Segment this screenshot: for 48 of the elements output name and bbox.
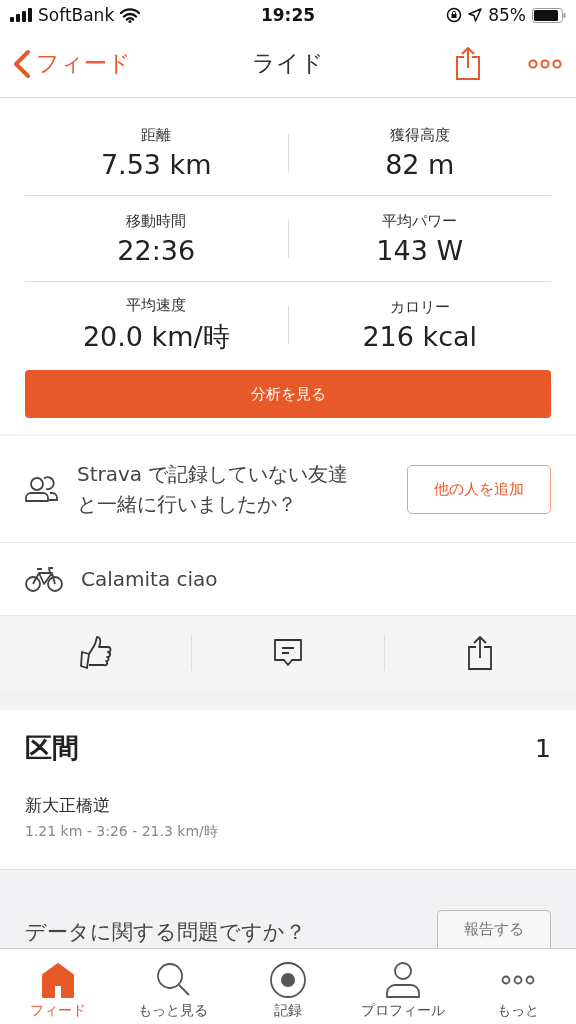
tab[interactable]: もっと見る (115, 949, 231, 1024)
stat-label: 平均パワー (382, 211, 458, 231)
tab[interactable]: もっと (460, 949, 576, 1024)
section-title: 区間 (25, 731, 79, 765)
stat-value: 216 kcal (362, 321, 478, 352)
tab[interactable]: フィード (0, 949, 116, 1024)
signal-icon (10, 8, 32, 22)
comment-icon[interactable] (273, 638, 303, 668)
stat-label: カロリー (389, 298, 450, 317)
more-icon (500, 975, 537, 985)
more-icon[interactable] (528, 58, 562, 69)
bicycle-icon (25, 566, 63, 592)
share-icon[interactable] (468, 636, 493, 670)
status-time: 19:25 (260, 5, 316, 25)
bike-name: Calamita ciao (81, 567, 218, 591)
report-prompt: データに関する問題ですか？ (25, 919, 306, 946)
rotation-lock-icon (446, 7, 463, 23)
back-button[interactable]: フィード (12, 48, 131, 79)
carrier-name: SoftBank (38, 5, 115, 25)
screen-title: ライド (252, 50, 324, 76)
tab[interactable]: プロフィール (345, 949, 461, 1024)
stat-value: 22:36 (117, 234, 196, 266)
person-icon (385, 961, 422, 999)
location-icon (468, 8, 483, 22)
stat-label: 移動時間 (126, 211, 187, 231)
stat-value: 20.0 km/時 (82, 319, 230, 354)
battery-percent: 85% (488, 5, 526, 25)
segment-detail: 1.21 km - 3:26 - 21.3 km/時 (25, 823, 219, 841)
home-icon (39, 961, 76, 999)
stat-value: 7.53 km (100, 148, 212, 180)
segment-count: 1 (535, 733, 551, 763)
stat-label: 距離 (141, 125, 172, 145)
battery-icon (532, 7, 566, 23)
stat-label: 獲得高度 (389, 125, 450, 145)
people-icon (25, 476, 59, 502)
wifi-icon (120, 7, 141, 23)
stat-value: 82 m (385, 148, 455, 180)
segment-name[interactable]: 新大正橋逆 (25, 794, 551, 817)
back-chevron-icon (12, 48, 32, 79)
analysis-button[interactable]: 分析を見る (25, 370, 551, 418)
record-icon (270, 961, 306, 999)
friends-prompt: Strava で記録していない友達と一緒に行いましたか？ (77, 461, 350, 518)
thumbs-up-icon[interactable] (79, 636, 112, 670)
report-button[interactable]: 報告する (437, 910, 551, 948)
stat-label: 平均速度 (126, 295, 187, 315)
add-others-button[interactable]: 他の人を追加 (407, 464, 551, 514)
stat-value: 143 W (376, 234, 464, 266)
tab[interactable]: 記録 (230, 949, 346, 1024)
